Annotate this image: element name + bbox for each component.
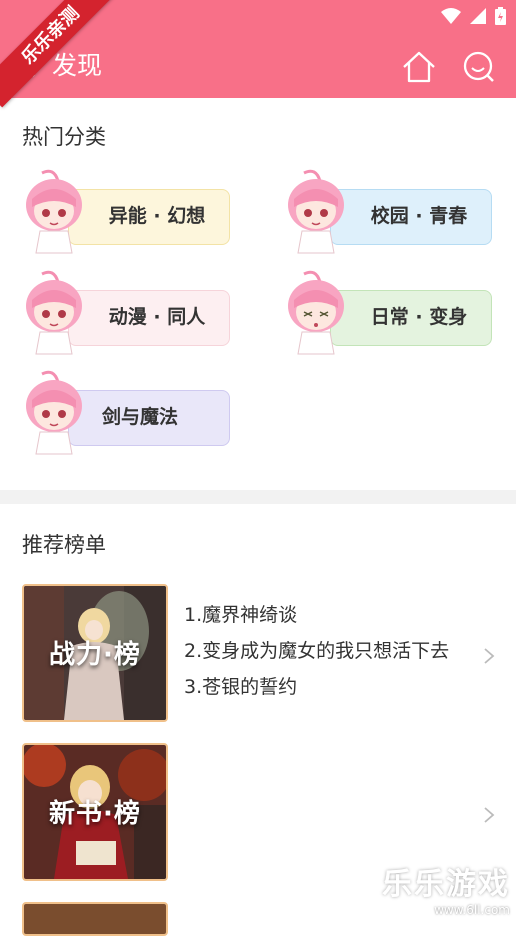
mascot-icon	[288, 169, 344, 254]
category-fantasy[interactable]: 异能 · 幻想	[24, 169, 230, 254]
category-campus[interactable]: 校园 · 青春	[286, 169, 492, 254]
category-label: 日常 · 变身	[370, 306, 468, 328]
mascot-icon	[26, 169, 82, 254]
rec-section-title: 推荐榜单	[22, 533, 106, 557]
board-third-cover[interactable]	[22, 902, 168, 936]
watermark-title: 乐乐游戏	[382, 867, 510, 902]
category-label: 剑与魔法	[102, 406, 179, 428]
watermark-url: www.6ll.com	[434, 903, 510, 917]
cover-art-image	[24, 904, 166, 934]
list-item[interactable]: 1.魔界神绮谈	[184, 597, 449, 633]
search-icon[interactable]	[462, 50, 496, 84]
wifi-icon	[441, 8, 461, 24]
mascot-icon	[26, 370, 82, 455]
signal-icon	[470, 8, 486, 24]
chevron-right-icon[interactable]	[482, 805, 496, 825]
chevron-right-icon[interactable]	[482, 646, 496, 666]
status-bar	[441, 6, 506, 26]
list-item[interactable]: 2.变身成为魔女的我只想活下去	[184, 633, 449, 669]
board-new-cover[interactable]: 新书·榜	[22, 743, 168, 881]
page-title: 发现	[52, 51, 103, 80]
mascot-icon	[26, 270, 82, 355]
category-sword-magic[interactable]: 剑与魔法	[24, 370, 230, 455]
home-icon[interactable]	[401, 50, 437, 84]
category-anime[interactable]: 动漫 · 同人	[24, 270, 230, 355]
watermark: 乐乐游戏 www.6ll.com	[382, 867, 510, 917]
list-item[interactable]: 3.苍银的誓约	[184, 669, 449, 705]
board-label: 新书·榜	[49, 799, 141, 829]
battery-icon	[495, 7, 506, 25]
board-power-cover[interactable]: 战力·榜	[22, 584, 168, 722]
category-label: 校园 · 青春	[370, 205, 468, 227]
mascot-icon	[288, 270, 344, 355]
hot-section-title: 热门分类	[22, 125, 106, 149]
section-divider	[0, 490, 516, 504]
board-label: 战力·榜	[49, 640, 141, 670]
category-daily[interactable]: 日常 · 变身	[286, 270, 492, 355]
category-label: 异能 · 幻想	[108, 205, 206, 227]
category-label: 动漫 · 同人	[108, 306, 206, 328]
board-power-list: 1.魔界神绮谈 2.变身成为魔女的我只想活下去 3.苍银的誓约	[184, 597, 449, 705]
